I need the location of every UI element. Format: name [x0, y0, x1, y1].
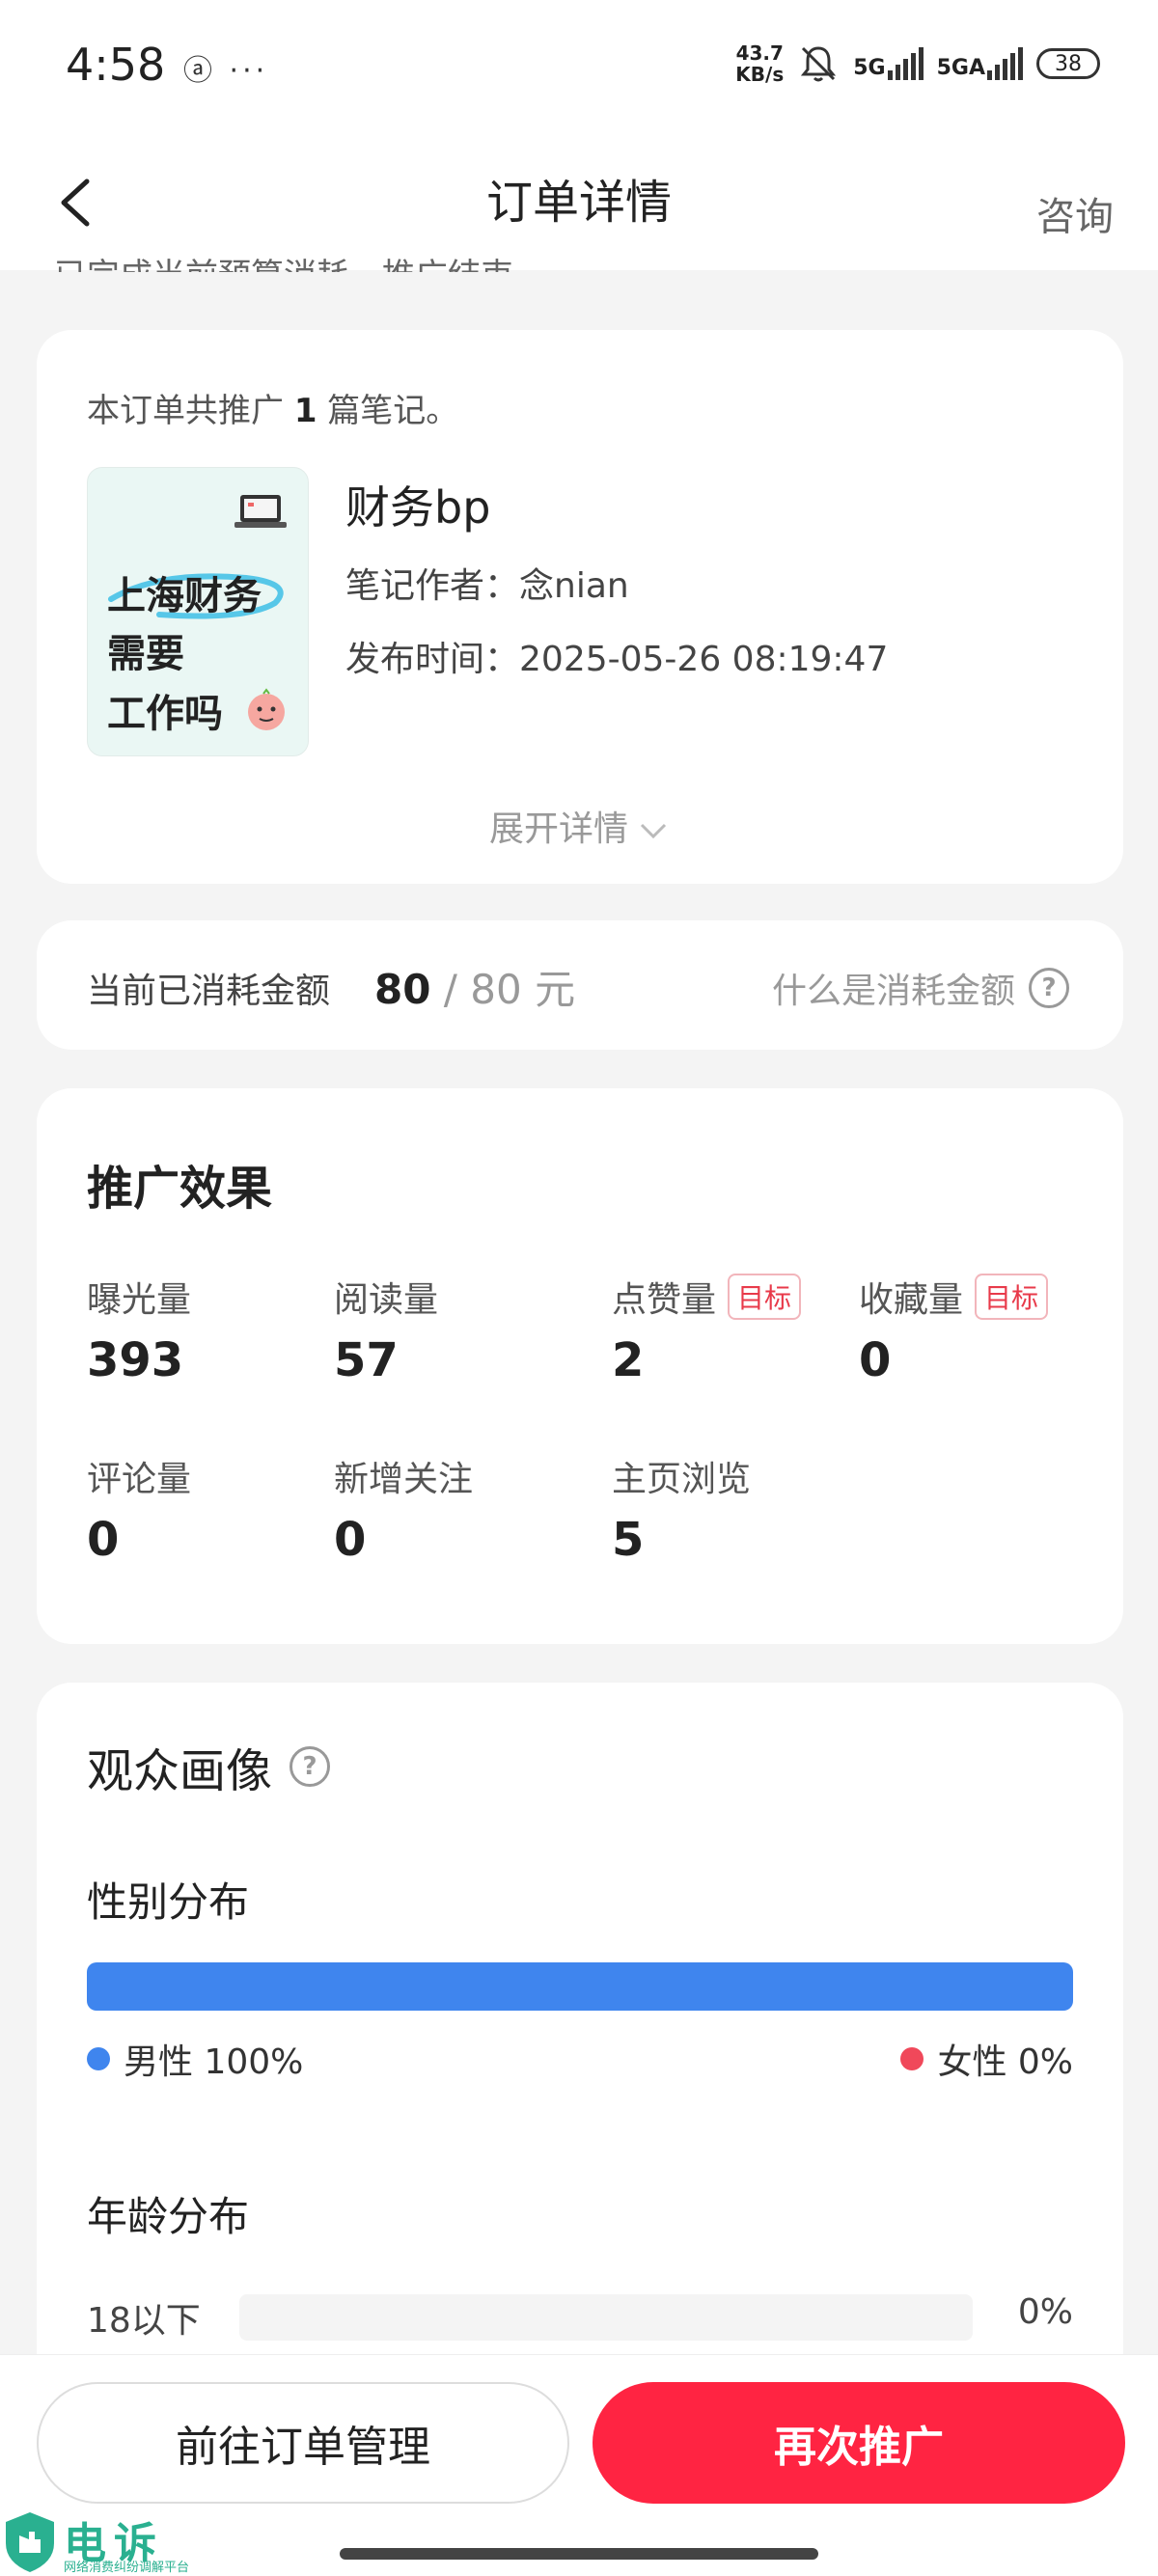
shield-icon	[6, 2512, 54, 2572]
order-note-card: 本订单共推广 1 篇笔记。 上海财务 需要 工作吗 财务bp 笔记作者：念nia…	[37, 330, 1123, 884]
network-speed: 43.7 KB/s	[735, 41, 785, 86]
note-thumbnail[interactable]: 上海财务 需要 工作吗	[87, 467, 309, 756]
signal-bars-icon	[887, 47, 924, 80]
order-intro: 本订单共推广 1 篇笔记。	[87, 392, 459, 430]
age-title: 年龄分布	[87, 2193, 250, 2240]
metric-comments: 评论量 0	[87, 1460, 192, 1567]
audience-card: 观众画像 ? 性别分布 男性 100% 女性 0% 年龄分布 18以下 0%	[37, 1683, 1123, 2416]
promotion-effect-card: 推广效果 曝光量 393 阅读量 57 点赞量 目标 2 收藏量 目标 0 评论量 …	[37, 1088, 1123, 1644]
spend-amount: 80 / 80 元	[374, 966, 576, 1013]
note-publish-time: 发布时间：2025-05-26 08:19:47	[345, 640, 889, 679]
signal-bars-icon	[987, 47, 1023, 80]
thumb-line-3: 工作吗	[107, 692, 223, 736]
effect-title: 推广效果	[87, 1162, 273, 1216]
question-icon[interactable]: ?	[290, 1746, 331, 1787]
target-tag: 目标	[975, 1274, 1049, 1320]
metric-new-follows: 新增关注 0	[334, 1460, 474, 1567]
order-management-button[interactable]: 前往订单管理	[37, 2382, 569, 2504]
page-title: 订单详情	[485, 176, 672, 230]
note-title[interactable]: 财务bp	[345, 473, 490, 536]
target-tag: 目标	[728, 1274, 802, 1320]
signal-5ga: 5GA	[937, 47, 1023, 80]
audience-title: 观众画像 ?	[87, 1733, 331, 1800]
metric-profile-views: 主页浏览 5	[612, 1460, 752, 1567]
home-indicator[interactable]	[340, 2548, 818, 2560]
age-row-pct: 0%	[1017, 2292, 1073, 2332]
battery-icon: 38	[1036, 48, 1100, 79]
spend-help-link[interactable]: 什么是消耗金额?	[772, 963, 1069, 1013]
signal-5g: 5G	[853, 47, 924, 80]
emoji-face-icon	[248, 688, 285, 730]
note-author: 笔记作者：念nian	[345, 566, 629, 606]
status-time: 4:58	[66, 39, 166, 91]
metric-impressions: 曝光量 393	[87, 1280, 192, 1387]
gender-title: 性别分布	[87, 1878, 250, 1926]
status-right: 43.7 KB/s 5G 5GA 38	[735, 42, 1100, 85]
thumb-line-1: 上海财务	[107, 574, 262, 618]
mute-bell-icon	[801, 46, 837, 82]
spend-card: 当前已消耗金额 80 / 80 元 什么是消耗金额?	[37, 920, 1123, 1050]
metric-likes: 点赞量 目标 2	[612, 1272, 843, 1387]
status-message: 已完成当前预算消耗，推广结束	[54, 249, 513, 272]
thumb-line-2: 需要	[107, 632, 184, 676]
female-dot	[900, 2047, 924, 2070]
legend-male: 男性 100%	[87, 2034, 303, 2084]
question-icon: ?	[1029, 968, 1069, 1008]
age-row-label: 18以下	[87, 2301, 201, 2341]
status-bar: 4:58 ⓐ ··· 43.7 KB/s 5G 5GA 38	[0, 0, 1158, 135]
gender-bar	[87, 1962, 1073, 2011]
watermark-logo: 电诉宝 网络消费纠纷调解平台	[0, 2508, 212, 2576]
watermark-subtitle: 网络消费纠纷调解平台	[64, 2561, 190, 2575]
expand-details-button[interactable]: 展开详情	[37, 801, 1123, 851]
consult-button[interactable]: 咨询	[1036, 185, 1114, 241]
metric-reads: 阅读量 57	[334, 1280, 439, 1387]
age-row-bar	[239, 2294, 973, 2341]
legend-female: 女性 0%	[900, 2034, 1073, 2084]
chevron-down-icon	[640, 823, 667, 839]
notification-icons: ⓐ ···	[183, 54, 269, 88]
promote-again-button[interactable]: 再次推广	[593, 2382, 1125, 2504]
male-dot	[87, 2047, 110, 2070]
laptop-icon	[234, 495, 287, 528]
spend-label: 当前已消耗金额	[87, 972, 331, 1011]
metric-collects: 收藏量 目标 0	[859, 1272, 1090, 1387]
